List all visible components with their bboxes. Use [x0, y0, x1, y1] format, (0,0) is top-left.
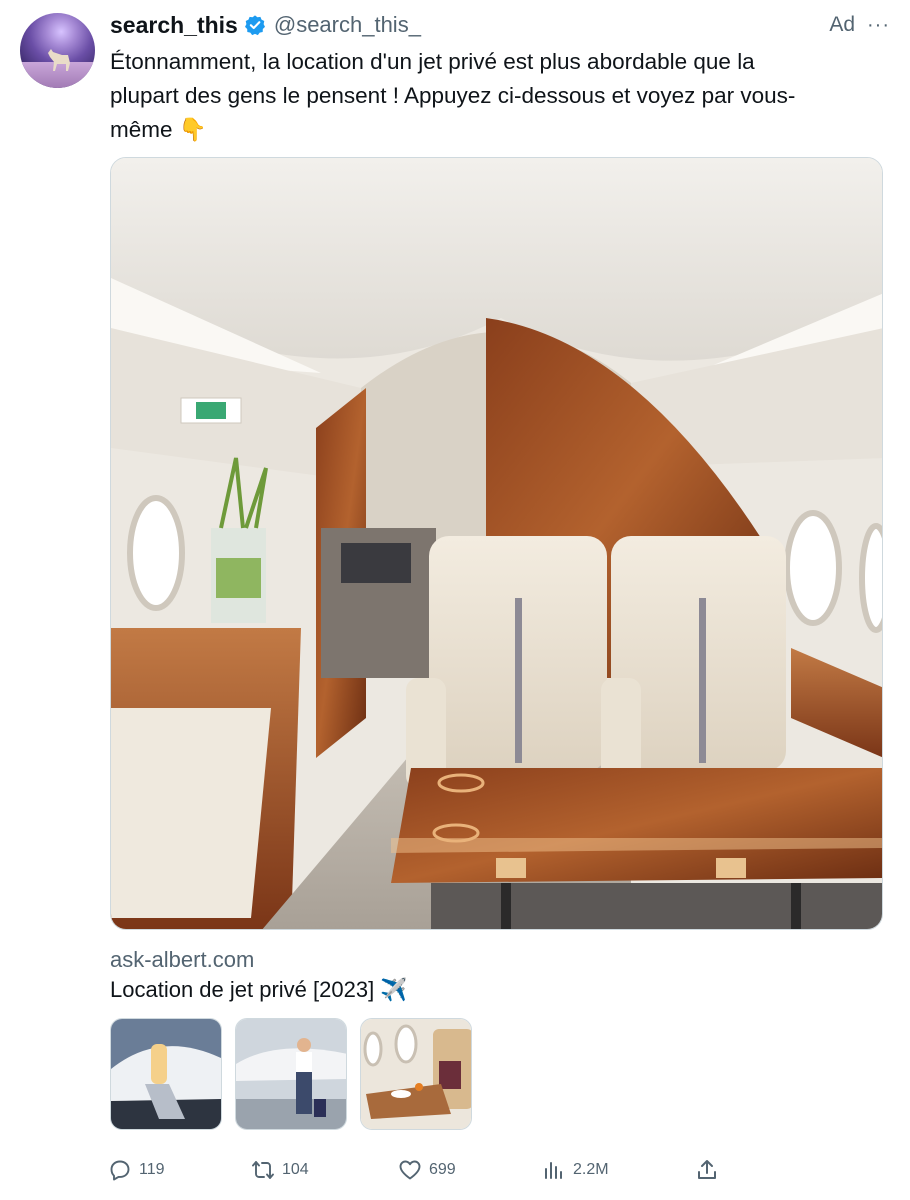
jet-stairs-image [111, 1019, 221, 1129]
card-domain[interactable]: ask-albert.com [110, 947, 254, 973]
retweet-button[interactable]: 104 [251, 1155, 309, 1185]
views-count: 2.2M [573, 1161, 609, 1178]
like-button[interactable]: 699 [398, 1155, 456, 1185]
more-options-icon[interactable]: ··· [867, 14, 890, 37]
heart-icon [399, 1160, 421, 1180]
retweet-icon [252, 1161, 274, 1179]
reply-icon [110, 1160, 130, 1181]
tweet-media-image[interactable] [110, 157, 883, 930]
retweet-count: 104 [282, 1161, 309, 1178]
share-icon [698, 1160, 716, 1179]
share-button[interactable] [695, 1155, 726, 1185]
tweet-header: search_this @search_this_ Ad ··· [110, 10, 890, 40]
tweet-text-line: plupart des gens le pensent ! Appuyez ci… [110, 83, 796, 108]
ad-label: Ad [829, 13, 856, 36]
author-name[interactable]: search_this [110, 12, 238, 39]
jet-cabin-illustration [111, 158, 882, 929]
tweet-text-line: Étonnamment, la location d'un jet privé … [110, 49, 755, 74]
dog-silhouette-icon [48, 49, 70, 71]
reply-button[interactable]: 119 [108, 1155, 165, 1185]
woman-jet-image [236, 1019, 346, 1129]
thumbnail-jet-interior[interactable] [360, 1018, 472, 1130]
like-count: 699 [429, 1161, 456, 1178]
thumbnail-jet-stairs[interactable] [110, 1018, 222, 1130]
thumbnail-woman-jet[interactable] [235, 1018, 347, 1130]
jet-interior-image [361, 1019, 471, 1129]
tweet-text: Étonnamment, la location d'un jet privé … [110, 45, 870, 147]
card-thumbnails [110, 1018, 472, 1130]
views-chart-icon [545, 1162, 562, 1179]
views-button[interactable]: 2.2M [542, 1155, 609, 1185]
card-title[interactable]: Location de jet privé [2023] ✈️ [110, 977, 408, 1003]
tweet-actions: 119 104 699 2.2M [108, 1155, 728, 1185]
author-avatar[interactable] [20, 13, 95, 88]
author-handle[interactable]: @search_this_ [274, 12, 421, 38]
ad-area: Ad ··· [829, 10, 890, 40]
verified-badge-icon [244, 15, 265, 36]
tweet-text-line: même 👇 [110, 117, 207, 142]
reply-count: 119 [139, 1161, 165, 1178]
